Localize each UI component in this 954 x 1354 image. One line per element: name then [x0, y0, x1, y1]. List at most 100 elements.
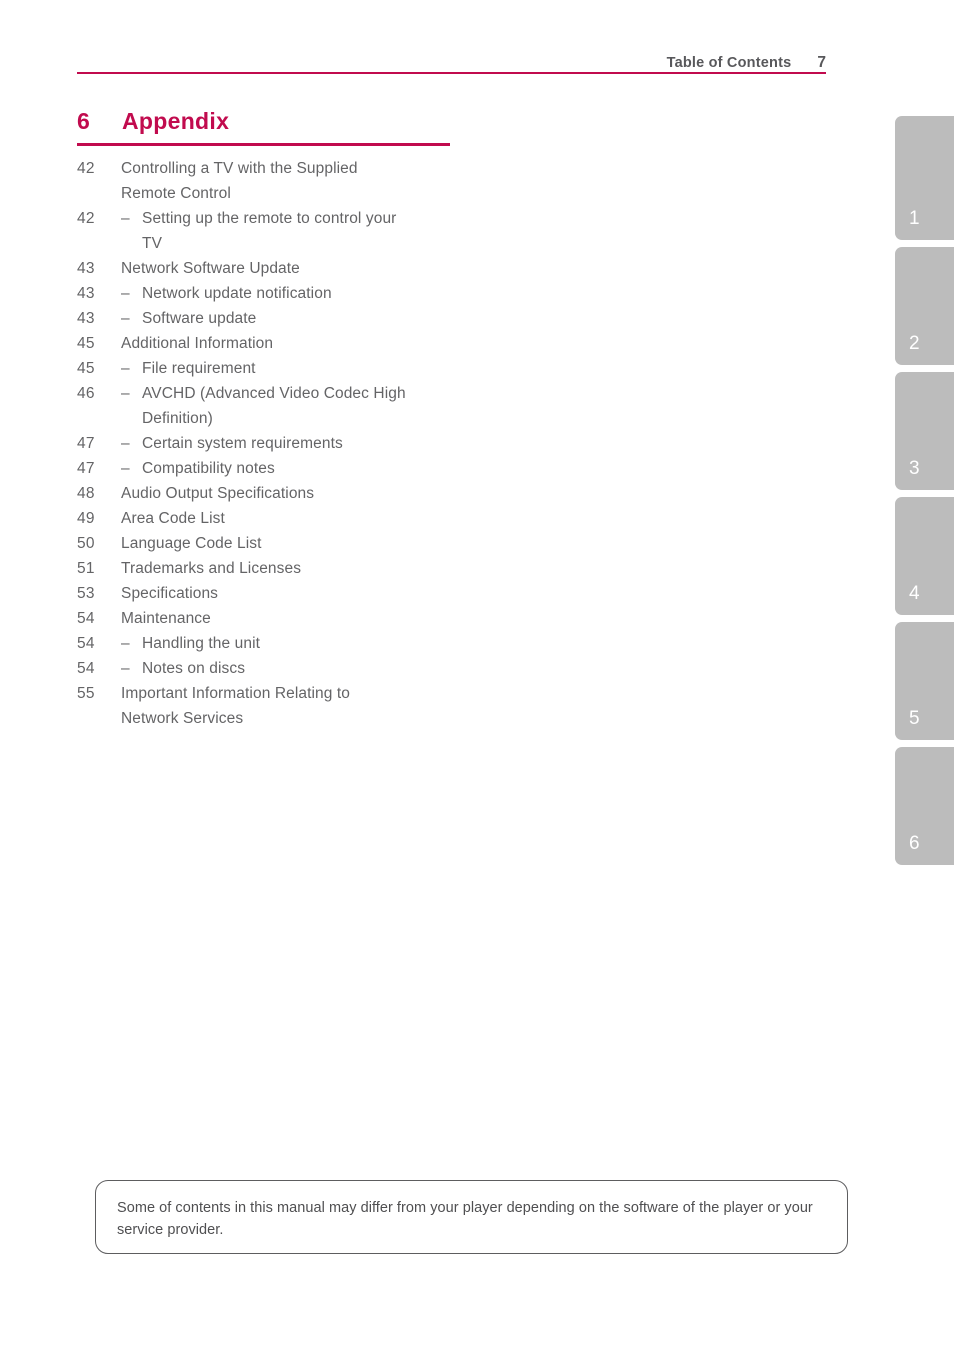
- chapter-title: Appendix: [122, 108, 230, 134]
- toc-entry-dash-icon: –: [121, 385, 130, 402]
- toc-entry-page-number: 43: [77, 310, 95, 327]
- toc-entry-body: – Network update notification: [121, 281, 477, 306]
- toc-entry-body: Important Information Relating to Networ…: [121, 681, 477, 731]
- chapter-number: 6: [77, 108, 90, 134]
- side-tab-5[interactable]: 5: [895, 622, 954, 740]
- toc-entry[interactable]: 51 Trademarks and Licenses: [77, 556, 477, 581]
- side-tab-label: 2: [909, 333, 920, 354]
- toc-entry[interactable]: 49 Area Code List: [77, 506, 477, 531]
- toc-entry-label: Certain system requirements: [142, 435, 343, 452]
- toc-entry-body: Network Software Update: [121, 256, 477, 281]
- toc-entry-dash-icon: –: [121, 660, 130, 677]
- toc-entry-label: Handling the unit: [142, 635, 261, 652]
- toc-entry-page-number: 55: [77, 685, 95, 702]
- toc-entry-dash-icon: –: [121, 310, 130, 327]
- side-tab-label: 4: [909, 583, 920, 604]
- side-tab-4[interactable]: 4: [895, 497, 954, 615]
- toc-entry[interactable]: 54 – Handling the unit: [77, 631, 477, 656]
- note-text: Some of contents in this manual may diff…: [117, 1200, 813, 1238]
- toc-entry-label: Important Information Relating to Networ…: [121, 685, 351, 727]
- note-box: Some of contents in this manual may diff…: [95, 1180, 848, 1254]
- table-of-contents-list: 42 Controlling a TV with the Supplied Rem…: [77, 156, 477, 731]
- toc-entry[interactable]: 42 – Setting up the remote to control your…: [77, 206, 477, 256]
- toc-entry-dash-icon: –: [121, 460, 130, 477]
- toc-entry-body: – Notes on discs: [121, 656, 477, 681]
- toc-entry-label: Area Code List: [121, 510, 225, 527]
- side-tab-6[interactable]: 6: [895, 747, 954, 865]
- chapter-rule-divider: [77, 143, 450, 146]
- side-tab-label: 5: [909, 708, 920, 729]
- toc-entry-body: – Compatibility notes: [121, 456, 477, 481]
- toc-entry-label: File requirement: [142, 360, 256, 377]
- toc-entry-body: Specifications: [121, 581, 477, 606]
- side-tab-strip: 1 2 3 4 5 6: [895, 116, 954, 872]
- toc-entry-body: – Setting up the remote to control your T…: [121, 206, 477, 256]
- side-tab-label: 1: [909, 208, 920, 229]
- toc-entry[interactable]: 45 Additional Information: [77, 331, 477, 356]
- toc-entry[interactable]: 45 – File requirement: [77, 356, 477, 381]
- toc-entry-page-number: 47: [77, 460, 95, 477]
- side-tab-label: 6: [909, 833, 920, 854]
- toc-entry-dash-icon: –: [121, 285, 130, 302]
- toc-entry[interactable]: 42 Controlling a TV with the Supplied Rem…: [77, 156, 477, 206]
- toc-entry-label: Language Code List: [121, 535, 262, 552]
- toc-entry-dash-icon: –: [121, 210, 130, 227]
- toc-entry-page-number: 42: [77, 210, 95, 227]
- toc-entry-page-number: 43: [77, 285, 95, 302]
- toc-entry[interactable]: 54 Maintenance: [77, 606, 477, 631]
- toc-entry-label: Notes on discs: [142, 660, 246, 677]
- toc-entry-label: Network update notification: [142, 285, 332, 302]
- chapter-heading: 6 Appendix: [77, 110, 450, 142]
- toc-entry-label: Setting up the remote to control your TV: [142, 210, 397, 252]
- header-page-number: 7: [817, 53, 826, 71]
- toc-entry-body: Area Code List: [121, 506, 477, 531]
- toc-entry-page-number: 42: [77, 160, 95, 177]
- running-header: Table of Contents 7: [77, 44, 826, 70]
- toc-entry-page-number: 47: [77, 435, 95, 452]
- toc-entry[interactable]: 48 Audio Output Specifications: [77, 481, 477, 506]
- side-tab-1[interactable]: 1: [895, 116, 954, 240]
- side-tab-2[interactable]: 2: [895, 247, 954, 365]
- toc-entry-body: Controlling a TV with the Supplied Remot…: [121, 156, 477, 206]
- toc-entry-body: Language Code List: [121, 531, 477, 556]
- toc-entry-dash-icon: –: [121, 435, 130, 452]
- toc-entry[interactable]: 43 Network Software Update: [77, 256, 477, 281]
- toc-entry-body: Additional Information: [121, 331, 477, 356]
- toc-entry[interactable]: 50 Language Code List: [77, 531, 477, 556]
- toc-entry[interactable]: 54 – Notes on discs: [77, 656, 477, 681]
- toc-entry-label: Controlling a TV with the Supplied Remot…: [121, 160, 358, 202]
- toc-entry-body: – Software update: [121, 306, 477, 331]
- toc-entry-body: Trademarks and Licenses: [121, 556, 477, 581]
- toc-entry[interactable]: 55 Important Information Relating to Netw…: [77, 681, 477, 731]
- toc-entry-body: – Certain system requirements: [121, 431, 477, 456]
- toc-entry-page-number: 54: [77, 635, 95, 652]
- toc-entry-page-number: 51: [77, 560, 95, 577]
- toc-entry-page-number: 49: [77, 510, 95, 527]
- toc-entry-page-number: 46: [77, 385, 95, 402]
- toc-entry[interactable]: 43 – Network update notification: [77, 281, 477, 306]
- toc-entry-label: Specifications: [121, 585, 219, 602]
- toc-entry-label: AVCHD (Advanced Video Codec High Definit…: [142, 385, 406, 427]
- toc-entry-page-number: 45: [77, 335, 95, 352]
- toc-entry-page-number: 43: [77, 260, 95, 277]
- toc-entry-page-number: 48: [77, 485, 95, 502]
- toc-entry[interactable]: 46 – AVCHD (Advanced Video Codec High Defi…: [77, 381, 477, 431]
- toc-entry-body: – File requirement: [121, 356, 477, 381]
- toc-entry-label: Additional Information: [121, 335, 274, 352]
- toc-entry-page-number: 45: [77, 360, 95, 377]
- toc-entry-body: – Handling the unit: [121, 631, 477, 656]
- toc-entry[interactable]: 47 – Compatibility notes: [77, 456, 477, 481]
- toc-entry-page-number: 50: [77, 535, 95, 552]
- toc-entry-label: Compatibility notes: [142, 460, 275, 477]
- header-title: Table of Contents: [666, 54, 792, 71]
- toc-entry[interactable]: 47 – Certain system requirements: [77, 431, 477, 456]
- toc-entry-dash-icon: –: [121, 360, 130, 377]
- side-tab-3[interactable]: 3: [895, 372, 954, 490]
- toc-entry[interactable]: 53 Specifications: [77, 581, 477, 606]
- toc-entry-label: Software update: [142, 310, 257, 327]
- header-rule-divider: [77, 72, 826, 74]
- toc-entry-dash-icon: –: [121, 635, 130, 652]
- side-tab-label: 3: [909, 458, 920, 479]
- toc-entry[interactable]: 43 – Software update: [77, 306, 477, 331]
- toc-entry-label: Network Software Update: [121, 260, 300, 277]
